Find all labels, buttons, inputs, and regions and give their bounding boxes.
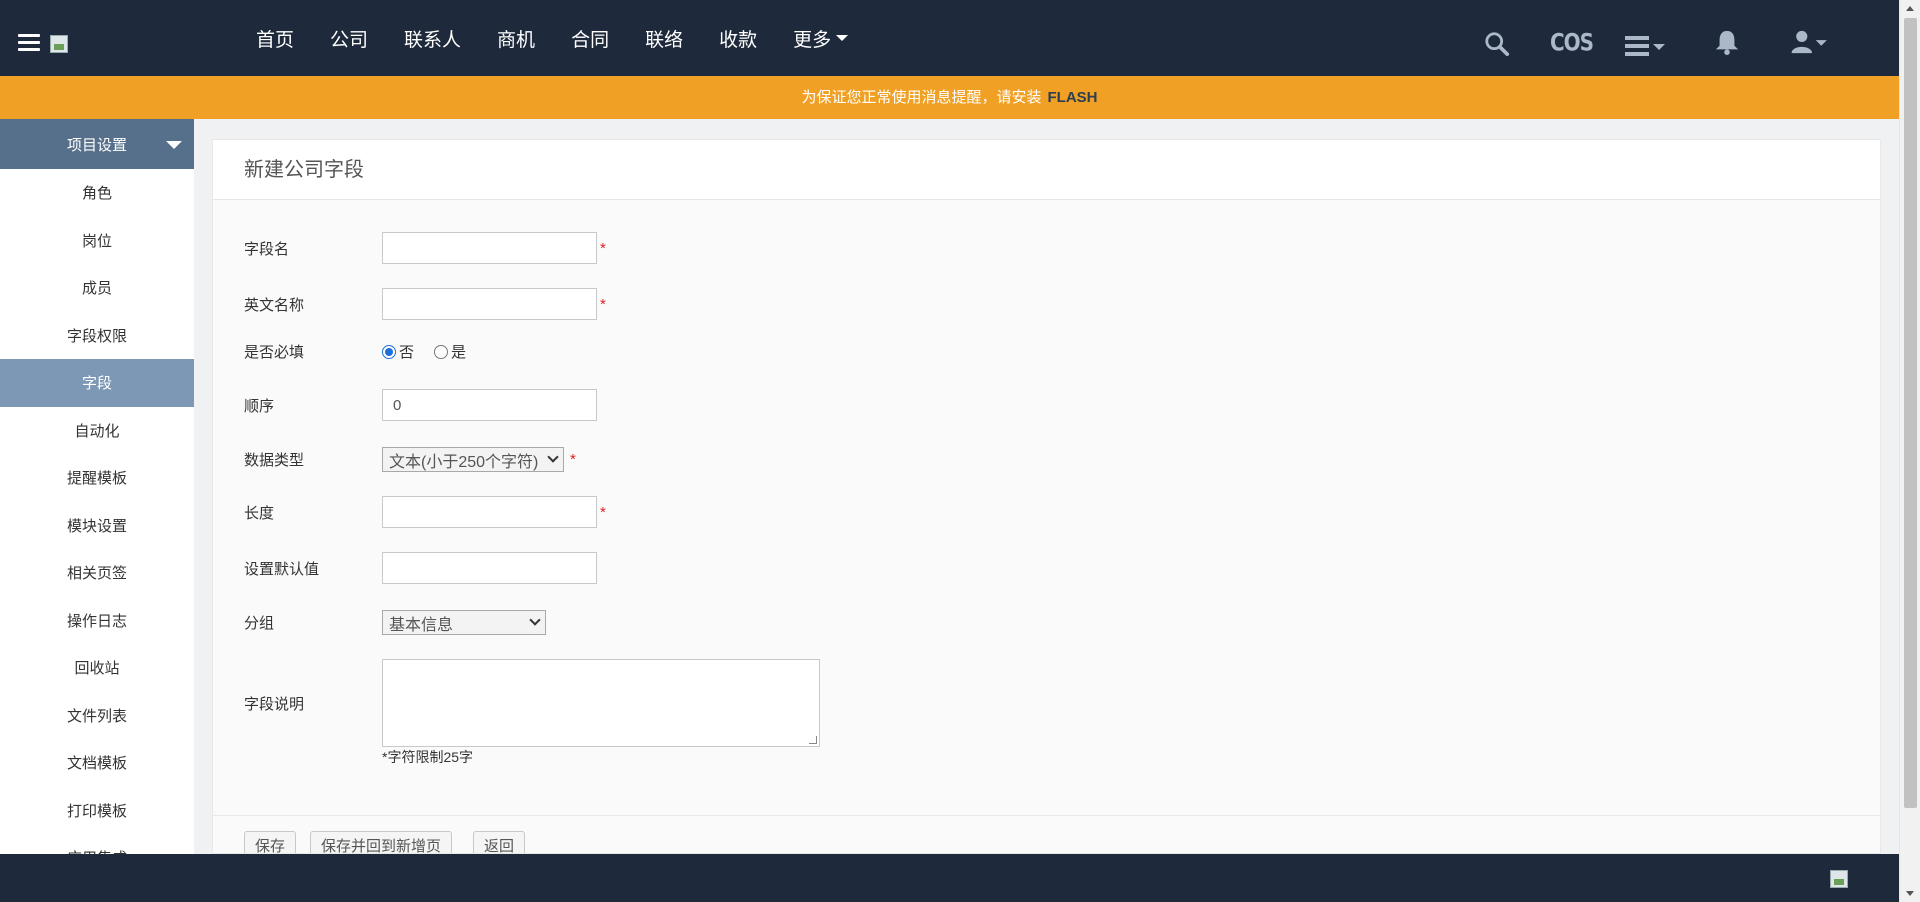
- order-label: 顺序: [244, 397, 275, 415]
- save-button[interactable]: 保存: [244, 831, 297, 853]
- description-label: 字段说明: [244, 695, 305, 713]
- chevron-down-icon: [529, 614, 541, 626]
- required-asterisk: *: [600, 503, 606, 521]
- back-button[interactable]: 返回: [473, 831, 526, 853]
- sidebar-item-operation-log[interactable]: 操作日志: [0, 597, 194, 645]
- scroll-down-arrow-icon[interactable]: [1906, 891, 1914, 896]
- page-title: 新建公司字段: [213, 140, 1880, 200]
- new-field-form-panel: 新建公司字段 字段名 * 英文名称 * 是否必填 否 是 顺序 数据类型 文本(…: [212, 139, 1881, 854]
- field-name-label: 字段名: [244, 240, 290, 258]
- description-char-limit-hint: *字符限制25字: [382, 749, 474, 765]
- nav-item-communications[interactable]: 联络: [645, 25, 683, 52]
- sidebar-item-file-list[interactable]: 文件列表: [0, 692, 194, 740]
- nav-item-home[interactable]: 首页: [256, 25, 294, 52]
- description-textarea[interactable]: [382, 659, 820, 747]
- form-row-order: 顺序: [244, 389, 597, 421]
- default-value-input[interactable]: [382, 552, 597, 584]
- sidebar-item-fields[interactable]: 字段: [0, 359, 194, 407]
- main-nav: 首页 公司 联系人 商机 合同 联络 收款 更多: [256, 0, 884, 76]
- group-selected: 基本信息: [389, 616, 454, 634]
- user-icon[interactable]: [1790, 29, 1834, 55]
- form-row-field-name: 字段名 *: [244, 232, 606, 264]
- footer-bar: [0, 854, 1899, 902]
- form-row-length: 长度 *: [244, 496, 606, 528]
- data-type-label: 数据类型: [244, 452, 305, 469]
- nav-item-opportunities[interactable]: 商机: [497, 25, 535, 52]
- flash-install-link[interactable]: FLASH: [1048, 89, 1098, 106]
- form-row-default-value: 设置默认值: [244, 552, 597, 584]
- form-row-data-type: 数据类型 文本(小于250个字符) *: [244, 447, 576, 472]
- required-yes-label[interactable]: 是: [451, 341, 466, 362]
- sidebar-item-related-tabs[interactable]: 相关页签: [0, 549, 194, 597]
- scrollbar-thumb[interactable]: [1904, 18, 1917, 808]
- footer-image[interactable]: [1830, 870, 1848, 888]
- required-radio-group: 否 是: [382, 341, 486, 362]
- sidebar-section-title: 项目设置: [66, 136, 127, 154]
- chevron-down-icon: [836, 35, 849, 41]
- bell-icon[interactable]: [1712, 29, 1742, 55]
- form-row-description: 字段说明: [244, 659, 820, 747]
- group-label: 分组: [244, 615, 275, 632]
- required-no-radio[interactable]: [382, 344, 396, 359]
- cos-icon[interactable]: COS: [1550, 28, 1594, 57]
- nav-item-payments[interactable]: 收款: [719, 25, 757, 52]
- data-type-select[interactable]: 文本(小于250个字符): [382, 447, 564, 472]
- sidebar-item-app-integration[interactable]: 应用集成: [0, 834, 194, 854]
- sidebar-item-field-permissions[interactable]: 字段权限: [0, 312, 194, 360]
- length-label: 长度: [244, 504, 275, 522]
- nav-item-more-label: 更多: [793, 29, 832, 51]
- flash-notice-banner: 为保证您正常使用消息提醒，请安装 FLASH: [0, 76, 1899, 119]
- nav-item-more[interactable]: 更多: [793, 25, 849, 52]
- required-label: 是否必填: [244, 344, 305, 361]
- form-row-group: 分组 基本信息: [244, 610, 546, 635]
- sidebar-item-reminder-templates[interactable]: 提醒模板: [0, 454, 194, 502]
- sidebar-item-document-templates[interactable]: 文档模板: [0, 739, 194, 787]
- required-asterisk: *: [570, 451, 576, 468]
- group-select[interactable]: 基本信息: [382, 610, 546, 635]
- chevron-down-icon: [547, 451, 559, 463]
- top-navbar: 首页 公司 联系人 商机 合同 联络 收款 更多 COS: [0, 0, 1899, 76]
- sidebar-item-module-settings[interactable]: 模块设置: [0, 502, 194, 550]
- order-input[interactable]: [382, 389, 597, 421]
- nav-item-contacts[interactable]: 联系人: [404, 25, 461, 52]
- sidebar-item-automation[interactable]: 自动化: [0, 407, 194, 455]
- sidebar-item-recycle-bin[interactable]: 回收站: [0, 644, 194, 692]
- resize-handle-icon[interactable]: [809, 736, 817, 744]
- sidebar-item-roles[interactable]: 角色: [0, 169, 194, 217]
- form-row-english-name: 英文名称 *: [244, 288, 606, 320]
- form-row-required: 是否必填 否 是: [244, 341, 486, 362]
- triangle-down-icon: [166, 141, 182, 149]
- save-and-new-button[interactable]: 保存并回到新增页: [310, 831, 453, 853]
- nav-item-contracts[interactable]: 合同: [571, 25, 609, 52]
- sidebar-item-members[interactable]: 成员: [0, 264, 194, 312]
- nav-item-company[interactable]: 公司: [330, 25, 368, 52]
- english-name-input[interactable]: [382, 288, 597, 320]
- sidebar-item-positions[interactable]: 岗位: [0, 217, 194, 265]
- hamburger-menu-icon[interactable]: [18, 34, 40, 52]
- list-menu-icon[interactable]: [1625, 33, 1669, 59]
- logo-image[interactable]: [50, 35, 68, 53]
- required-asterisk: *: [600, 295, 606, 313]
- required-no-label[interactable]: 否: [399, 341, 414, 362]
- length-input[interactable]: [382, 496, 597, 528]
- flash-notice-text: 为保证您正常使用消息提醒，请安装: [801, 89, 1042, 106]
- sidebar-section-project-settings[interactable]: 项目设置: [0, 119, 194, 169]
- scroll-up-arrow-icon[interactable]: [1906, 6, 1914, 11]
- required-asterisk: *: [600, 239, 606, 257]
- english-name-label: 英文名称: [244, 296, 305, 314]
- required-yes-radio[interactable]: [434, 344, 449, 359]
- page-scrollbar[interactable]: [1899, 0, 1920, 902]
- form-actions: 保存 保存并回到新增页 返回: [213, 815, 1880, 853]
- field-name-input[interactable]: [382, 232, 597, 264]
- sidebar-item-print-templates[interactable]: 打印模板: [0, 787, 194, 835]
- data-type-selected: 文本(小于250个字符): [389, 453, 539, 471]
- settings-sidebar: 项目设置 角色 岗位 成员 字段权限 字段 自动化 提醒模板 模块设置 相关页签…: [0, 119, 194, 854]
- search-icon[interactable]: [1483, 31, 1511, 57]
- default-value-label: 设置默认值: [244, 560, 320, 578]
